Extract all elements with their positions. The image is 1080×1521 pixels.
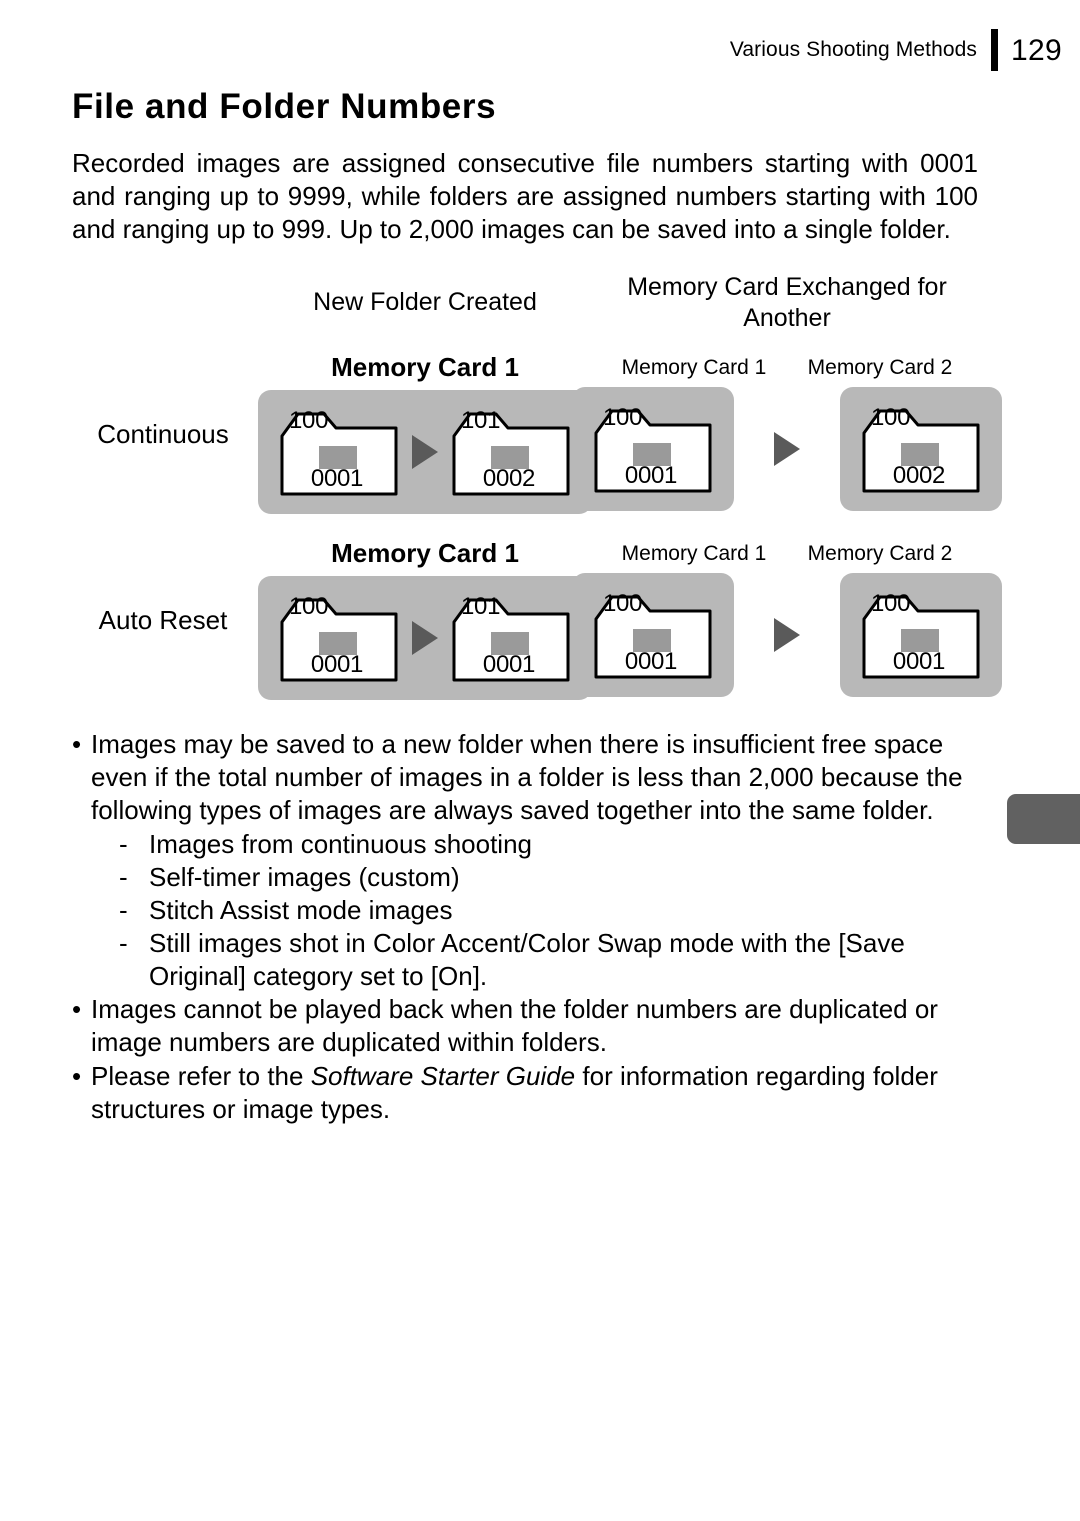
memory-card-panel: 100 0001	[840, 573, 1002, 698]
cell-auto-reset-card-exchanged: Memory Card 1 Memory Card 2 100 0001 100…	[572, 528, 1002, 714]
page-number: 129	[1011, 34, 1062, 67]
folder-icon: 100 0001	[278, 406, 400, 498]
table-row: Continuous Memory Card 1 100 0001 101 00…	[72, 342, 1002, 528]
folder-number: 100	[603, 404, 643, 432]
card-label-group: Memory Card 1 Memory Card 2	[620, 356, 954, 380]
sub-note-text: Self-timer images (custom)	[149, 861, 460, 892]
folder-number: 100	[871, 404, 911, 432]
image-number: 0002	[892, 462, 946, 490]
card-label: Memory Card 1	[331, 352, 519, 383]
list-item: - Self-timer images (custom)	[119, 861, 978, 894]
card-label: Memory Card 1	[331, 538, 519, 569]
cell-continuous-new-folder: Memory Card 1 100 0001 101 0002	[254, 342, 596, 528]
card-label-group: Memory Card 1 Memory Card 2	[620, 542, 954, 566]
note-bullet-item: • Images may be saved to a new folder wh…	[72, 728, 978, 827]
table-row: Auto Reset Memory Card 1 100 0001 101 00…	[72, 528, 1002, 714]
page-content: File and Folder Numbers Recorded images …	[72, 87, 1002, 1127]
running-header: Various Shooting Methods 129	[0, 28, 1080, 72]
memory-card-panel: 100 0002	[840, 387, 1002, 512]
note-text-before: Please refer to the	[91, 1060, 311, 1091]
list-item: - Stitch Assist mode images	[119, 894, 978, 927]
image-number: 0001	[482, 650, 536, 678]
image-number: 0001	[892, 648, 946, 676]
file-folder-numbers-table: New Folder Created Memory Card Exchanged…	[72, 264, 1002, 714]
intro-paragraph: Recorded images are assigned consecutive…	[72, 147, 978, 244]
sub-note-text: Images from continuous shooting	[149, 828, 532, 859]
arrow-right-icon	[412, 620, 438, 655]
folder-icon: 100 0001	[860, 589, 982, 681]
thumb-index-tab	[1007, 794, 1080, 844]
image-number: 0002	[482, 464, 536, 492]
card-label: Memory Card 2	[807, 355, 953, 379]
folder-number: 101	[461, 592, 501, 620]
folder-number: 100	[289, 592, 329, 620]
table-corner-cell	[72, 264, 254, 342]
note-bullet-item-software-guide: • Please refer to the Software Starter G…	[72, 1060, 978, 1126]
memory-card-panel: 100 0001 101	[258, 389, 592, 514]
note-sublist: - Images from continuous shooting - Self…	[119, 828, 978, 993]
arrow-right-icon	[774, 432, 800, 467]
image-number: 0001	[624, 462, 678, 490]
image-number: 0001	[624, 648, 678, 676]
list-item: - Still images shot in Color Accent/Colo…	[119, 927, 978, 993]
sub-note-text: Stitch Assist mode images	[149, 894, 453, 925]
folder-icon: 100 0001	[592, 589, 714, 681]
card-label: Memory Card 1	[621, 541, 767, 565]
column-header-new-folder: New Folder Created	[313, 288, 537, 316]
bullet-icon: •	[72, 728, 82, 759]
memory-card-panel: 100 0001 101	[258, 575, 592, 700]
card-label-group: Memory Card 1	[331, 538, 519, 569]
bullet-icon: •	[72, 1060, 82, 1091]
cell-continuous-card-exchanged: Memory Card 1 Memory Card 2 100 0001 100…	[572, 342, 1002, 528]
memory-card-panel-group: 100 0001	[572, 573, 1002, 698]
page-title: File and Folder Numbers	[72, 87, 497, 126]
note-bullet-item: • Images cannot be played back when the …	[72, 993, 978, 1059]
chapter-title: Various Shooting Methods	[729, 38, 978, 61]
notes-section: • Images may be saved to a new folder wh…	[72, 728, 978, 1126]
bullet-icon: •	[72, 993, 82, 1024]
arrow-right-icon	[774, 618, 800, 653]
table-header-row: New Folder Created Memory Card Exchanged…	[72, 264, 978, 342]
folder-icon: 101 0002	[450, 406, 572, 498]
image-number: 0001	[310, 650, 364, 678]
dash-icon: -	[119, 828, 128, 859]
list-item: - Images from continuous shooting	[119, 828, 978, 861]
note-text: Please refer to the Software Starter Gui…	[91, 1060, 978, 1126]
folder-icon: 100 0001	[278, 592, 400, 684]
memory-card-panel: 100 0001	[572, 573, 734, 698]
dash-icon: -	[119, 861, 128, 892]
memory-card-panel-group: 100 0001	[572, 387, 1002, 512]
cell-auto-reset-new-folder: Memory Card 1 100 0001 101 0001	[254, 528, 596, 714]
folder-icon: 100 0001	[592, 403, 714, 495]
software-guide-title: Software Starter Guide	[310, 1060, 576, 1091]
folder-icon: 100 0002	[860, 403, 982, 495]
card-label: Memory Card 1	[621, 355, 767, 379]
note-text: Images cannot be played back when the fo…	[91, 993, 938, 1057]
header-divider-rule	[991, 29, 999, 71]
folder-number: 100	[871, 590, 911, 618]
card-label-group: Memory Card 1	[331, 352, 519, 383]
row-label-auto-reset: Auto Reset	[98, 604, 228, 635]
arrow-right-icon	[412, 434, 438, 469]
folder-icon: 101 0001	[450, 592, 572, 684]
card-label: Memory Card 2	[807, 541, 953, 565]
sub-note-text: Still images shot in Color Accent/Color …	[149, 927, 905, 991]
image-number: 0001	[310, 464, 364, 492]
folder-number: 100	[289, 406, 329, 434]
column-header-card-exchanged: Memory Card Exchanged for Another	[627, 272, 947, 332]
dash-icon: -	[119, 927, 128, 958]
memory-card-panel: 100 0001	[572, 387, 734, 512]
note-text: Images may be saved to a new folder when…	[91, 728, 963, 825]
folder-number: 100	[603, 590, 643, 618]
row-label-continuous: Continuous	[97, 418, 229, 449]
dash-icon: -	[119, 894, 128, 925]
folder-number: 101	[461, 406, 501, 434]
